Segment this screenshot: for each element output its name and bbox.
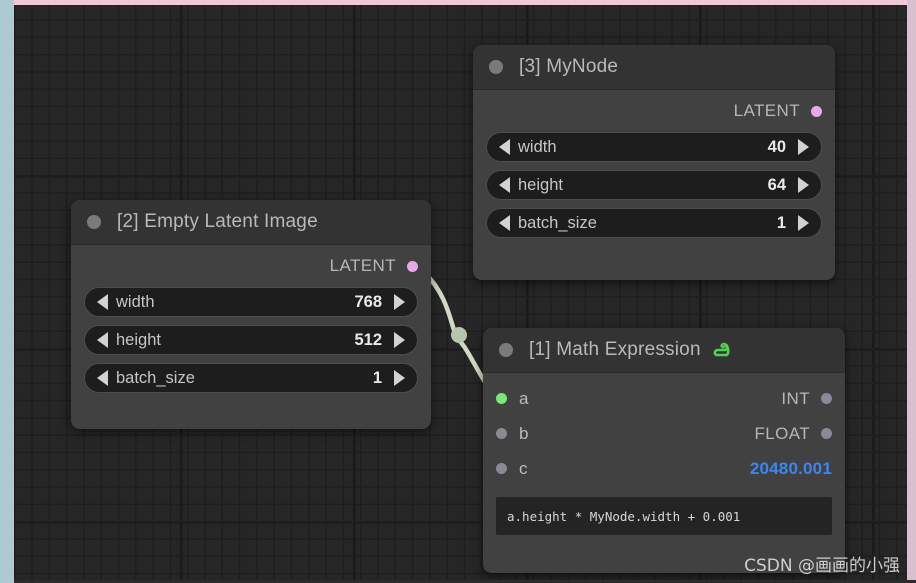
widget-batch-size[interactable]: batch_size 1 [84,363,418,393]
widget-value[interactable]: 512 [354,331,382,350]
node-empty-latent-image[interactable]: [2] Empty Latent Image LATENT width 768 … [71,200,431,429]
input-slot-label: a [519,388,529,408]
increment-arrow-icon[interactable] [798,139,809,155]
output-pin-icon[interactable] [811,105,822,117]
widget-value[interactable]: 40 [768,138,786,157]
decrement-arrow-icon[interactable] [499,177,510,193]
widget-value[interactable]: 1 [777,214,786,233]
node-graph-canvas[interactable]: [3] MyNode LATENT width 40 height 64 bat… [0,0,916,583]
node-mynode-body: LATENT width 40 height 64 batch_size 1 [473,90,835,252]
collapse-dot-icon[interactable] [489,60,503,74]
output-slot-label: INT [781,388,810,408]
widget-value[interactable]: 64 [768,176,786,195]
increment-arrow-icon[interactable] [394,332,405,348]
output-pin-icon[interactable] [821,428,832,439]
output-slot-label: LATENT [733,101,800,120]
computed-result-value: 20480.001 [749,458,832,478]
increment-arrow-icon[interactable] [394,370,405,386]
node-empty-latent-image-title: [2] Empty Latent Image [117,211,318,232]
node-math-expression-body: a INT b FLOAT c 20480.001 a.height * MyN… [483,373,845,549]
node-math-expression-header[interactable]: [1] Math Expression [483,328,845,373]
node-mynode[interactable]: [3] MyNode LATENT width 40 height 64 bat… [473,45,835,280]
node-math-expression-title: [1] Math Expression [529,339,701,360]
node-mynode-output-latent[interactable]: LATENT [486,98,822,124]
increment-arrow-icon[interactable] [798,177,809,193]
widget-label: width [116,292,155,311]
decrement-arrow-icon[interactable] [97,332,108,348]
output-slot-label: LATENT [329,256,396,275]
widget-label: batch_size [518,213,597,232]
decrement-arrow-icon[interactable] [97,370,108,386]
increment-arrow-icon[interactable] [798,215,809,231]
expression-text: a.height * MyNode.width + 0.001 [507,508,741,524]
output-slot-label: FLOAT [754,423,810,443]
node-empty-latent-image-output-latent[interactable]: LATENT [84,253,418,279]
widget-label: height [518,175,563,194]
input-slot-label: c [519,458,528,478]
decrement-arrow-icon[interactable] [499,139,510,155]
input-pin-icon[interactable] [496,393,507,404]
widget-width[interactable]: width 768 [84,287,418,317]
widget-width[interactable]: width 40 [486,132,822,162]
widget-label: width [518,137,557,156]
io-row-c[interactable]: c 20480.001 [496,451,832,486]
collapse-dot-icon[interactable] [499,343,513,357]
input-pin-icon[interactable] [496,428,507,439]
collapse-dot-icon[interactable] [87,215,101,229]
node-mynode-title: [3] MyNode [519,56,619,77]
widget-height[interactable]: height 512 [84,325,418,355]
widget-value[interactable]: 1 [373,369,382,388]
widget-label: batch_size [116,368,195,387]
frame-edge-right [907,0,916,583]
output-pin-icon[interactable] [821,393,832,404]
python-snake-icon[interactable] [711,338,735,362]
decrement-arrow-icon[interactable] [97,294,108,310]
widget-batch-size[interactable]: batch_size 1 [486,208,822,238]
node-mynode-header[interactable]: [3] MyNode [473,45,835,90]
output-pin-icon[interactable] [407,260,418,272]
node-math-expression[interactable]: [1] Math Expression a INT b FLOAT c 2048… [483,328,845,573]
expression-input[interactable]: a.height * MyNode.width + 0.001 [496,497,832,535]
frame-edge-left [0,0,14,583]
widget-value[interactable]: 768 [354,293,382,312]
input-slot-label: b [519,423,529,443]
watermark-label: CSDN @画画的小强 [744,556,900,576]
decrement-arrow-icon[interactable] [499,215,510,231]
node-empty-latent-image-header[interactable]: [2] Empty Latent Image [71,200,431,245]
io-row-a[interactable]: a INT [496,381,832,416]
widget-height[interactable]: height 64 [486,170,822,200]
increment-arrow-icon[interactable] [394,294,405,310]
node-empty-latent-image-body: LATENT width 768 height 512 batch_size 1 [71,245,431,407]
io-row-b[interactable]: b FLOAT [496,416,832,451]
input-pin-icon[interactable] [496,463,507,474]
widget-label: height [116,330,161,349]
